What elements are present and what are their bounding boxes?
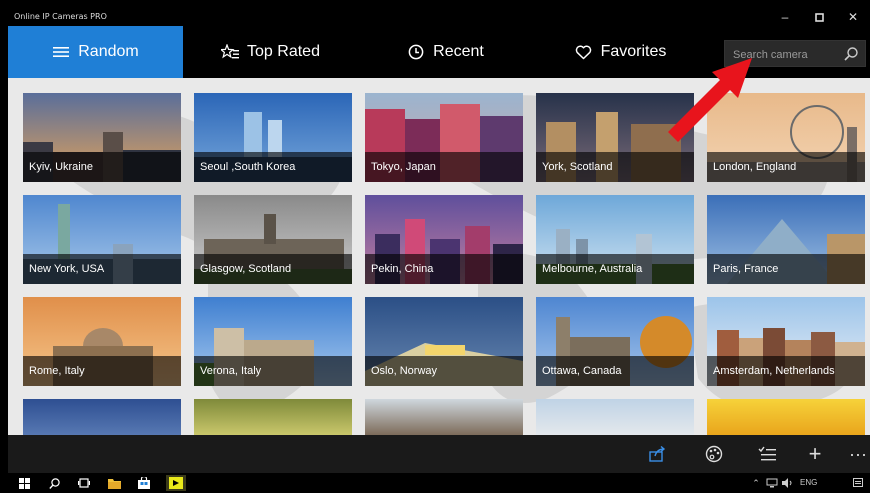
window-controls: – ✕	[768, 8, 870, 26]
camera-tile-oslo[interactable]: Oslo, Norway	[365, 297, 523, 386]
store-icon	[138, 477, 150, 489]
command-bar: + ···	[8, 435, 870, 473]
camera-label: New York, USA	[23, 254, 181, 284]
tab-recent[interactable]: Recent	[358, 26, 533, 78]
camera-tile-melbourne[interactable]: Melbourne, Australia	[536, 195, 694, 284]
plus-icon: +	[808, 441, 822, 466]
camera-label: Oslo, Norway	[365, 356, 523, 386]
camera-app-taskbar-button[interactable]	[166, 475, 186, 491]
camera-tile-rome[interactable]: Rome, Italy	[23, 297, 181, 386]
star-list-icon	[221, 43, 240, 61]
camera-tile-new-york[interactable]: New York, USA	[23, 195, 181, 284]
camera-tile-york[interactable]: York, Scotland	[536, 93, 694, 182]
palette-icon	[705, 445, 723, 463]
search-icon[interactable]	[843, 46, 859, 62]
tab-random[interactable]: Random	[8, 26, 183, 78]
tab-random-label: Random	[78, 43, 139, 60]
taskbar-search-button[interactable]	[46, 475, 62, 491]
app-icon	[169, 477, 183, 489]
theme-button[interactable]	[702, 443, 726, 465]
minimize-button[interactable]: –	[768, 8, 802, 26]
camera-tile-kyiv[interactable]: Kyiv, Ukraine	[23, 93, 181, 182]
search-icon	[48, 477, 60, 489]
share-icon	[649, 446, 666, 462]
tab-favorites-label: Favorites	[600, 43, 667, 60]
camera-tile-row4-1[interactable]	[23, 399, 181, 435]
store-button[interactable]	[136, 475, 152, 491]
camera-tile-ottawa[interactable]: Ottawa, Canada	[536, 297, 694, 386]
tray-chevron-button[interactable]: ⌃	[748, 475, 764, 491]
camera-tile-pekin[interactable]: Pekin, China	[365, 195, 523, 284]
camera-label: Pekin, China	[365, 254, 523, 284]
tab-recent-label: Recent	[433, 43, 484, 60]
clock-icon	[407, 43, 425, 61]
maximize-icon	[814, 12, 824, 22]
camera-tile-seoul[interactable]: Seoul ,South Korea	[194, 93, 352, 182]
folder-icon	[107, 478, 121, 489]
camera-tile-verona[interactable]: Verona, Italy	[194, 297, 352, 386]
chevron-up-icon: ⌃	[752, 477, 760, 488]
camera-label: Amsterdam, Netherlands	[707, 356, 865, 386]
camera-tile-glasgow[interactable]: Glasgow, Scotland	[194, 195, 352, 284]
maximize-button[interactable]	[802, 8, 836, 26]
camera-label: Melbourne, Australia	[536, 254, 694, 284]
start-button[interactable]	[16, 475, 32, 491]
close-button[interactable]: ✕	[836, 8, 870, 26]
camera-grid: Kyiv, Ukraine Seoul ,South Korea Tokyo, …	[8, 78, 870, 435]
volume-button[interactable]	[780, 475, 796, 491]
app-title: Online IP Cameras PRO	[14, 12, 107, 21]
camera-tile-row4-2[interactable]	[194, 399, 352, 435]
notification-icon	[853, 478, 863, 487]
search-box[interactable]	[724, 40, 866, 67]
camera-label: Kyiv, Ukraine	[23, 152, 181, 182]
search-input[interactable]	[731, 46, 845, 64]
camera-label: London, England	[707, 152, 865, 182]
camera-tile-row4-4[interactable]	[536, 399, 694, 435]
network-button[interactable]	[764, 475, 780, 491]
share-button[interactable]	[646, 443, 670, 465]
file-explorer-button[interactable]	[106, 475, 122, 491]
volume-icon	[782, 478, 792, 488]
camera-tile-row4-5[interactable]	[707, 399, 865, 435]
camera-label: Glasgow, Scotland	[194, 254, 352, 284]
windows-icon	[18, 477, 30, 489]
camera-label: Ottawa, Canada	[536, 356, 694, 386]
notifications-button[interactable]	[850, 475, 866, 491]
checklist-icon	[758, 446, 776, 461]
hamburger-icon	[52, 43, 70, 61]
task-view-button[interactable]	[76, 475, 92, 491]
camera-tile-paris[interactable]: Paris, France	[707, 195, 865, 284]
camera-tile-tokyo[interactable]: Tokyo, Japan	[365, 93, 523, 182]
more-icon: ···	[849, 443, 867, 464]
more-button[interactable]: ···	[846, 443, 870, 465]
language-indicator[interactable]: ENG	[800, 478, 817, 487]
tab-top-rated[interactable]: Top Rated	[183, 26, 358, 78]
network-icon	[766, 478, 778, 488]
camera-tile-row4-3[interactable]	[365, 399, 523, 435]
nav-bar: Random Top Rated Recent Favorites	[8, 26, 870, 78]
tab-top-rated-label: Top Rated	[247, 43, 320, 60]
select-button[interactable]	[755, 443, 779, 465]
heart-icon	[575, 43, 593, 61]
camera-tile-amsterdam[interactable]: Amsterdam, Netherlands	[707, 297, 865, 386]
camera-label: Tokyo, Japan	[365, 152, 523, 182]
camera-label: Rome, Italy	[23, 356, 181, 386]
camera-label: Seoul ,South Korea	[194, 152, 352, 182]
task-view-icon	[78, 478, 90, 488]
taskbar: ⌃ ENG	[8, 473, 870, 493]
camera-label: Verona, Italy	[194, 356, 352, 386]
camera-label: Paris, France	[707, 254, 865, 284]
camera-label: York, Scotland	[536, 152, 694, 182]
tab-favorites[interactable]: Favorites	[533, 26, 708, 78]
add-button[interactable]: +	[803, 441, 827, 466]
title-bar: Online IP Cameras PRO – ✕	[8, 8, 870, 26]
camera-tile-london[interactable]: London, England	[707, 93, 865, 182]
